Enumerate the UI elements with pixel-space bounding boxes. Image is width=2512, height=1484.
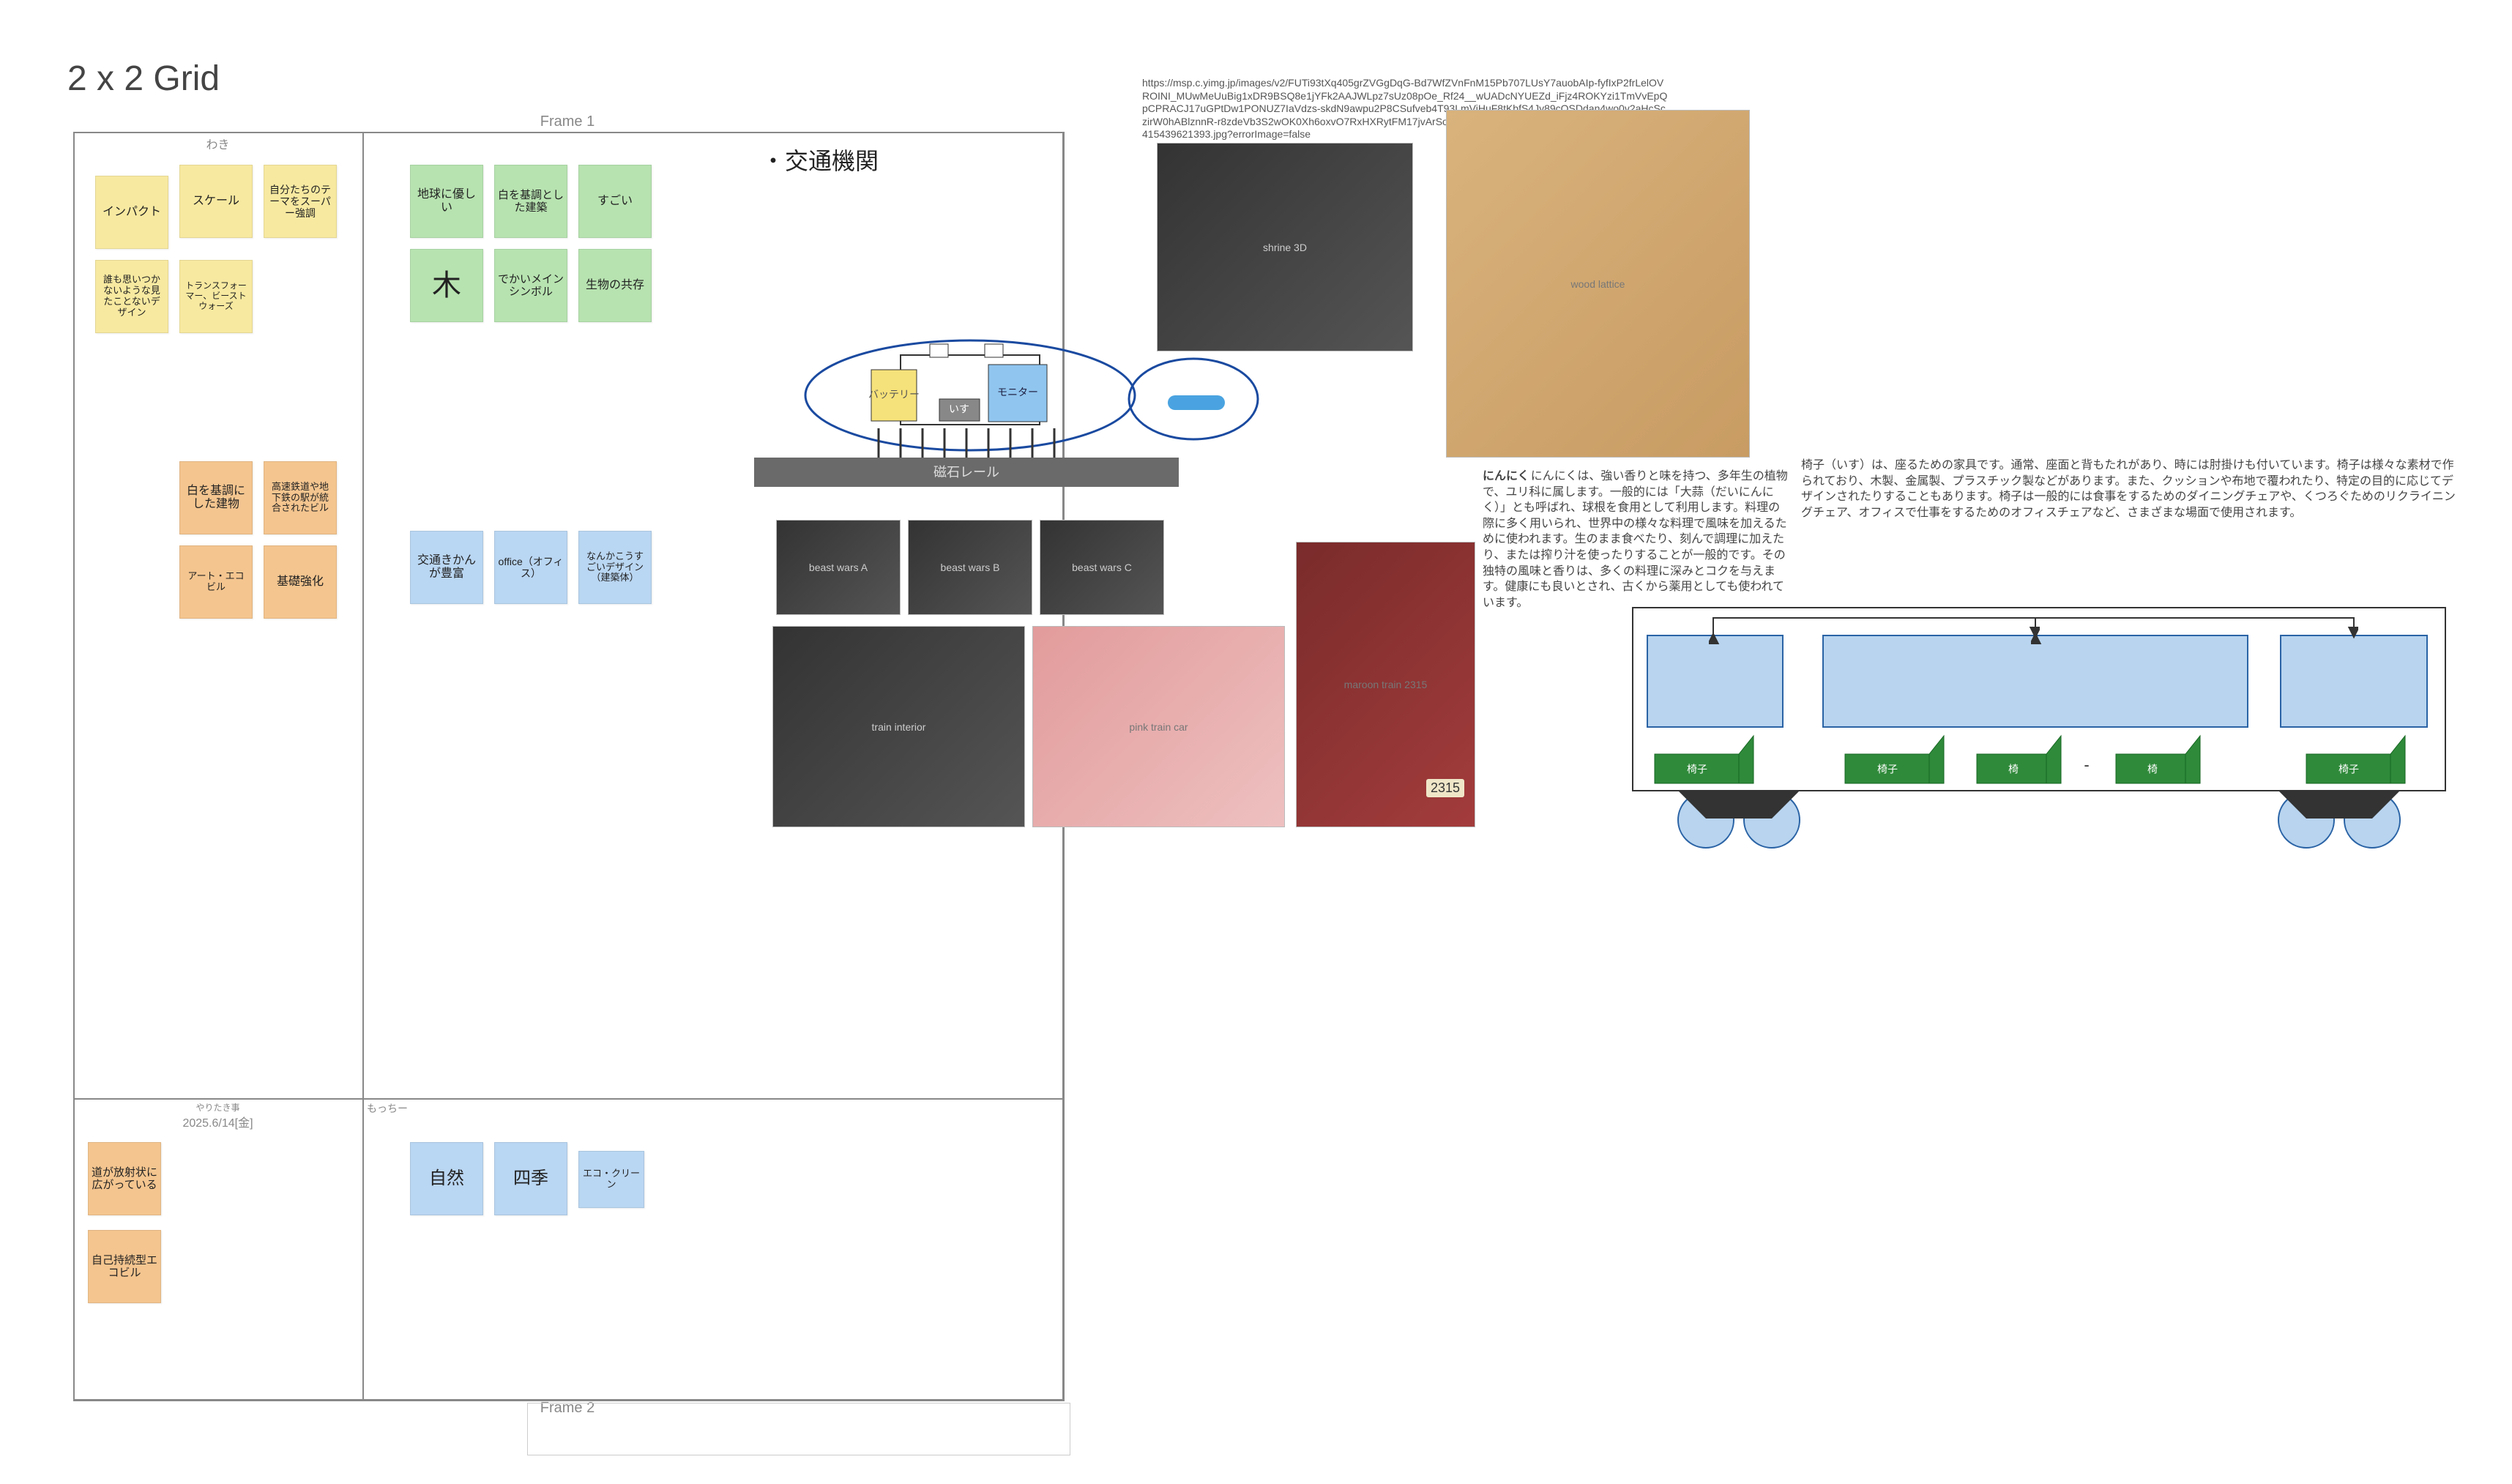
image-maroon[interactable]: maroon train 2315 2315 (1296, 542, 1475, 827)
garlic-icon: にんにく (1483, 470, 1529, 482)
note-foundation[interactable]: 基礎強化 (264, 545, 337, 619)
page-title: 2 x 2 Grid (67, 59, 220, 99)
note-scale[interactable]: スケール (179, 165, 253, 238)
note-tf[interactable]: トランスフォーマー、ビーストウォーズ (179, 260, 253, 333)
note-white-bldg[interactable]: 白を基調にした建物 (179, 461, 253, 534)
bullet-transport: ・交通機関 (761, 143, 879, 176)
svg-text:椅: 椅 (2147, 764, 2158, 775)
image-beast3[interactable]: beast wars C (1040, 520, 1164, 615)
note-office[interactable]: office（オフィス） (494, 531, 567, 604)
pod-chair-label: いす (949, 403, 969, 415)
train-number: 2315 (1426, 779, 1464, 797)
image-lattice-label: wood lattice (1571, 278, 1625, 290)
note-seasons[interactable]: 四季 (494, 1142, 567, 1215)
note-unseen[interactable]: 誰も思いつかないような見たことないデザイン (95, 260, 168, 333)
car-box-center (1823, 635, 2248, 727)
note-white-arch[interactable]: 白を基調とした建築 (494, 165, 567, 238)
chair-paragraph: 椅子（いす）は、座るための家具です。通常、座面と背もたれがあり、時には肘掛けも付… (1801, 458, 2460, 521)
frame-2-box[interactable] (527, 1403, 1070, 1455)
cell-tl-label: わき (73, 135, 362, 152)
note-design[interactable]: なんかこうすごいデザイン（建築体） (578, 531, 652, 604)
image-interior[interactable]: train interior (772, 626, 1025, 827)
car-box-right (2281, 635, 2427, 727)
svg-text:椅子: 椅子 (1687, 764, 1707, 775)
pod-rail-label: 磁石レール (933, 465, 999, 480)
note-radial[interactable]: 道が放射状に広がっている (88, 1142, 161, 1215)
frame-1-label: Frame 1 (73, 113, 1062, 130)
image-pink-label: pink train car (1129, 721, 1188, 733)
image-beast2[interactable]: beast wars B (908, 520, 1032, 615)
note-eco[interactable]: エコ・クリーン (578, 1151, 644, 1208)
note-impact[interactable]: インパクト (95, 176, 168, 249)
note-theme[interactable]: 自分たちのテーマをスーパー強調 (264, 165, 337, 238)
note-earth[interactable]: 地球に優しい (410, 165, 483, 238)
car-box-left (1647, 635, 1783, 727)
note-coexist[interactable]: 生物の共存 (578, 249, 652, 322)
svg-text:椅子: 椅子 (2338, 764, 2359, 775)
note-symbol[interactable]: でかいメインシンボル (494, 249, 567, 322)
pod-ant2 (985, 344, 1003, 357)
garlic-text: にんにくは、強い香りと味を持つ、多年生の植物で、ユリ科に属します。一般的には「大… (1483, 470, 1788, 609)
image-b2-label: beast wars B (941, 562, 1000, 573)
image-b3-label: beast wars C (1072, 562, 1132, 573)
train-schematic[interactable]: 椅子 椅子 椅 椅 - 椅子 (1625, 600, 2460, 849)
note-sugoi[interactable]: すごい (578, 165, 652, 238)
svg-text:椅: 椅 (2008, 764, 2019, 775)
note-selfsustain[interactable]: 自己持続型エコビル (88, 1230, 161, 1303)
cell-br-sub: もっちー (362, 1101, 455, 1116)
note-tree[interactable]: 木 (410, 249, 483, 322)
cell-bl-sub: やりたき事 (73, 1101, 362, 1114)
pod-side (1129, 359, 1258, 439)
note-art-eco[interactable]: アート・エコビル (179, 545, 253, 619)
image-shrine[interactable]: shrine 3D (1157, 143, 1413, 351)
whiteboard-canvas[interactable]: 2 x 2 Grid Frame 1 Frame 2 わき やりたき事 2025… (0, 0, 2512, 1484)
pod-monitor-label: モニター (997, 387, 1038, 398)
note-transit[interactable]: 交通きかんが豊富 (410, 531, 483, 604)
garlic-paragraph: にんにくにんにくは、強い香りと味を持つ、多年生の植物で、ユリ科に属します。一般的… (1483, 469, 1790, 611)
image-maroon-label: maroon train 2315 (1344, 679, 1428, 690)
image-pinktrain[interactable]: pink train car (1032, 626, 1285, 827)
image-int-label: train interior (872, 721, 926, 733)
note-nature[interactable]: 自然 (410, 1142, 483, 1215)
svg-text:-: - (2084, 756, 2089, 774)
pod-ant1 (930, 344, 948, 357)
image-beast1[interactable]: beast wars A (776, 520, 901, 615)
image-lattice[interactable]: wood lattice (1446, 110, 1750, 458)
svg-text:椅子: 椅子 (1877, 764, 1898, 775)
bogies (1678, 791, 2400, 848)
image-shrine-label: shrine 3D (1263, 242, 1307, 253)
cell-bl-date: 2025.6/14[金] (73, 1113, 362, 1130)
pod-battery-label: バッテリー (868, 389, 920, 400)
pod-legs (879, 428, 1054, 458)
note-rail-bldg[interactable]: 高速鉄道や地下鉄の駅が統合されたビル (264, 461, 337, 534)
image-b1-label: beast wars A (809, 562, 868, 573)
maglev-diagram[interactable]: バッテリー いす モニター 磁石レール (743, 322, 1256, 498)
